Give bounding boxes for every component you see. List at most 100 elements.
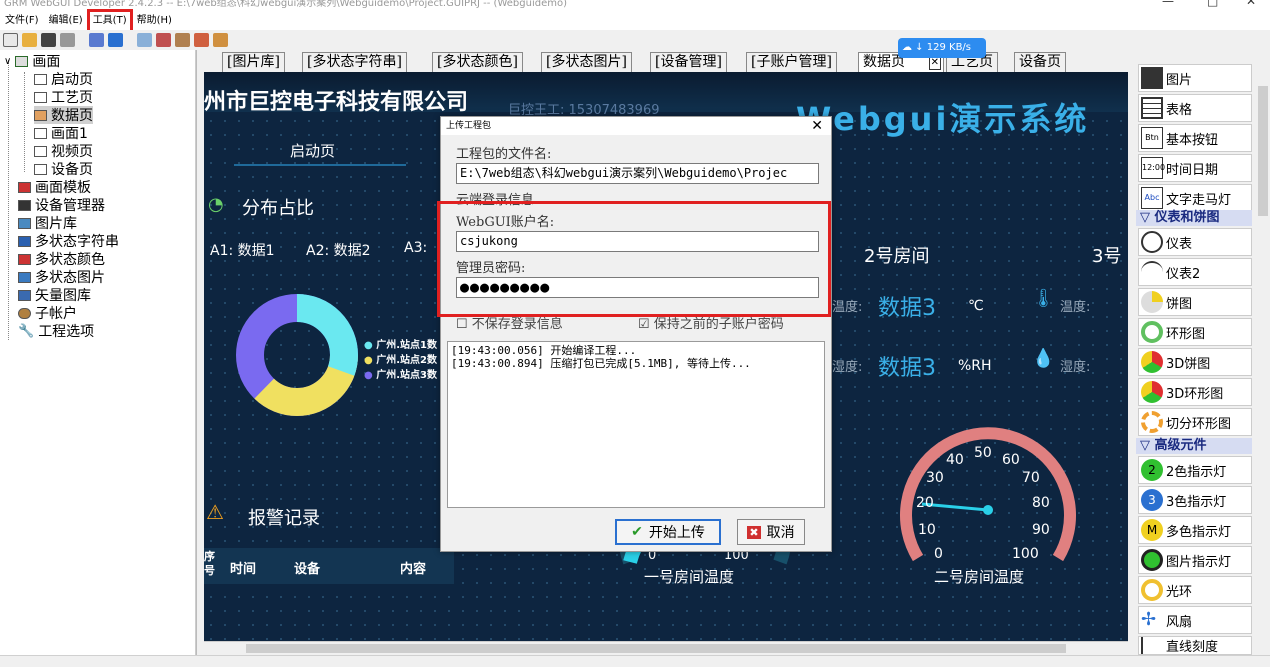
- component-3color-light[interactable]: 3 3色指示灯: [1138, 486, 1252, 514]
- component-split-ring[interactable]: 切分环形图: [1138, 408, 1252, 436]
- menu-edit[interactable]: 编辑(E): [44, 12, 88, 30]
- component-datetime[interactable]: 12:00 时间日期: [1138, 154, 1252, 182]
- cut-icon[interactable]: [156, 33, 171, 47]
- copy-icon[interactable]: [137, 33, 152, 47]
- gauge2-tick: 40: [946, 452, 964, 468]
- save-icon[interactable]: [41, 33, 56, 47]
- image-icon: [18, 271, 31, 283]
- image-icon: [1141, 67, 1163, 89]
- close-window-icon[interactable]: ✕: [1246, 0, 1256, 7]
- upload-icon[interactable]: [108, 33, 123, 47]
- close-tab-icon[interactable]: ✕: [928, 56, 941, 70]
- menu-help[interactable]: 帮助(H): [132, 12, 177, 30]
- tab-multistate-string[interactable]: [多状态字符串]: [302, 52, 407, 72]
- button-icon: Btn: [1141, 127, 1163, 149]
- tree-project-options[interactable]: 🔧 工程选项: [18, 322, 94, 341]
- tree-sub-account[interactable]: 子帐户: [18, 304, 77, 322]
- tree-device-manager[interactable]: 设备管理器: [18, 196, 105, 214]
- splitter[interactable]: [196, 50, 204, 655]
- menu-file[interactable]: 文件(F): [0, 12, 44, 30]
- horizontal-scroll-thumb[interactable]: [246, 644, 1066, 653]
- component-image-light[interactable]: 图片指示灯: [1138, 546, 1252, 574]
- editor-tabs: [图片库] [多状态字符串] [多状态颜色] [多状态图片] [设备管理] [子…: [204, 50, 1134, 72]
- cloud-icon: ☁ ↓: [902, 42, 924, 53]
- redo-icon[interactable]: [213, 33, 228, 47]
- component-3d-ring[interactable]: 3D环形图: [1138, 378, 1252, 406]
- alarm-icon: ⚠: [206, 500, 224, 524]
- log-line: [19:43:00.894] 压缩打包已完成[5.1MB], 等待上传...: [451, 357, 751, 370]
- gauge2-tick: 70: [1022, 470, 1040, 486]
- section-gauges-pies[interactable]: ▽ 仪表和饼图: [1136, 210, 1252, 226]
- component-halo[interactable]: 光环: [1138, 576, 1252, 604]
- menu-bar: 文件(F) 编辑(E) 工具(T) 帮助(H): [0, 12, 1270, 30]
- tree-page-data[interactable]: 数据页: [34, 106, 93, 124]
- component-basic-button[interactable]: Btn 基本按钮: [1138, 124, 1252, 152]
- image-icon: [18, 217, 31, 229]
- minimize-icon[interactable]: —: [1162, 0, 1174, 7]
- data-a2: A2: 数据2: [306, 243, 371, 259]
- tree-multistate-string[interactable]: 多状态字符串: [18, 232, 119, 250]
- tree-page-process[interactable]: 工艺页: [34, 88, 93, 106]
- gauge2-tick: 20: [916, 495, 934, 511]
- split-ring-icon: [1141, 411, 1163, 433]
- tree-vector-library[interactable]: 矢量图库: [18, 286, 91, 304]
- component-2color-light[interactable]: 2 2色指示灯: [1138, 456, 1252, 484]
- tree-multistate-image[interactable]: 多状态图片: [18, 268, 105, 286]
- tab-device-manager[interactable]: [设备管理]: [650, 52, 727, 72]
- paste-icon[interactable]: [175, 33, 190, 47]
- ring-icon: [1141, 321, 1163, 343]
- component-table[interactable]: 表格: [1138, 94, 1252, 122]
- component-gauge[interactable]: 仪表: [1138, 228, 1252, 256]
- dialog-close-icon[interactable]: ✕: [811, 117, 823, 135]
- compile-icon[interactable]: [89, 33, 104, 47]
- component-gauge2[interactable]: 仪表2: [1138, 258, 1252, 286]
- tree-node-screens[interactable]: ∨ 画面: [4, 52, 60, 70]
- string-icon: [18, 235, 31, 247]
- component-multicolor-light[interactable]: M 多色指示灯: [1138, 516, 1252, 544]
- component-pie[interactable]: 饼图: [1138, 288, 1252, 316]
- droplet-icon: 💧: [1032, 348, 1055, 369]
- tree-page-video[interactable]: 视频页: [34, 142, 93, 160]
- tree-page-device[interactable]: 设备页: [34, 160, 93, 178]
- status-bar: [0, 655, 1270, 667]
- rh-unit: %RH: [958, 358, 992, 374]
- component-panel-scroll-thumb[interactable]: [1258, 86, 1268, 216]
- new-file-icon[interactable]: [3, 33, 18, 47]
- upload-log[interactable]: [19:43:00.056] 开始编译工程... [19:43:00.894] 压…: [447, 341, 825, 508]
- component-fan[interactable]: ✢ 风扇: [1138, 606, 1252, 634]
- tab-device-page[interactable]: 设备页: [1014, 52, 1066, 72]
- section-advanced[interactable]: ▽ 高级元件: [1136, 438, 1252, 454]
- tree-image-library[interactable]: 图片库: [18, 214, 77, 232]
- maximize-icon[interactable]: □: [1207, 0, 1218, 7]
- gauge2-tick: 10: [918, 522, 936, 538]
- tab-multistate-color[interactable]: [多状态颜色]: [432, 52, 523, 72]
- open-folder-icon[interactable]: [22, 33, 37, 47]
- component-ring[interactable]: 环形图: [1138, 318, 1252, 346]
- tree-multistate-color[interactable]: 多状态颜色: [18, 250, 105, 268]
- humid-label-3: 湿度:: [1060, 360, 1091, 375]
- component-marquee[interactable]: Abc 文字走马灯: [1138, 184, 1252, 212]
- tree-page-screen1[interactable]: 画面1: [34, 124, 88, 142]
- room3-title: 3号: [1092, 246, 1122, 267]
- nav-start-button[interactable]: 启动页: [290, 140, 335, 161]
- tab-image-library[interactable]: [图片库]: [222, 52, 285, 72]
- legend-item: ● 广州.站点2数: [364, 355, 437, 366]
- clock-icon: 12:00: [1141, 157, 1165, 179]
- halo-icon: [1141, 579, 1163, 601]
- file-path-field[interactable]: E:\7web组态\科幻webgui演示案列\Webguidemo\Projec: [456, 163, 819, 184]
- start-upload-button[interactable]: ✔ 开始上传: [615, 519, 721, 545]
- room2-title: 2号房间: [864, 246, 930, 267]
- tree-page-start[interactable]: 启动页: [34, 70, 93, 88]
- legend-item: ● 广州.站点1数: [364, 340, 437, 351]
- scale-icon: [1141, 637, 1163, 654]
- undo-icon[interactable]: [194, 33, 209, 47]
- tab-multistate-image[interactable]: [多状态图片]: [541, 52, 632, 72]
- cancel-button[interactable]: ✖ 取消: [737, 519, 805, 545]
- component-image[interactable]: 图片: [1138, 64, 1252, 92]
- tree-screen-template[interactable]: 画面模板: [18, 178, 91, 196]
- temp-label: 温度:: [832, 300, 863, 315]
- component-linear-scale[interactable]: 直线刻度: [1138, 636, 1252, 655]
- wrench-icon[interactable]: [60, 33, 75, 47]
- component-3d-pie[interactable]: 3D饼图: [1138, 348, 1252, 376]
- tab-sub-account[interactable]: [子账户管理]: [746, 52, 837, 72]
